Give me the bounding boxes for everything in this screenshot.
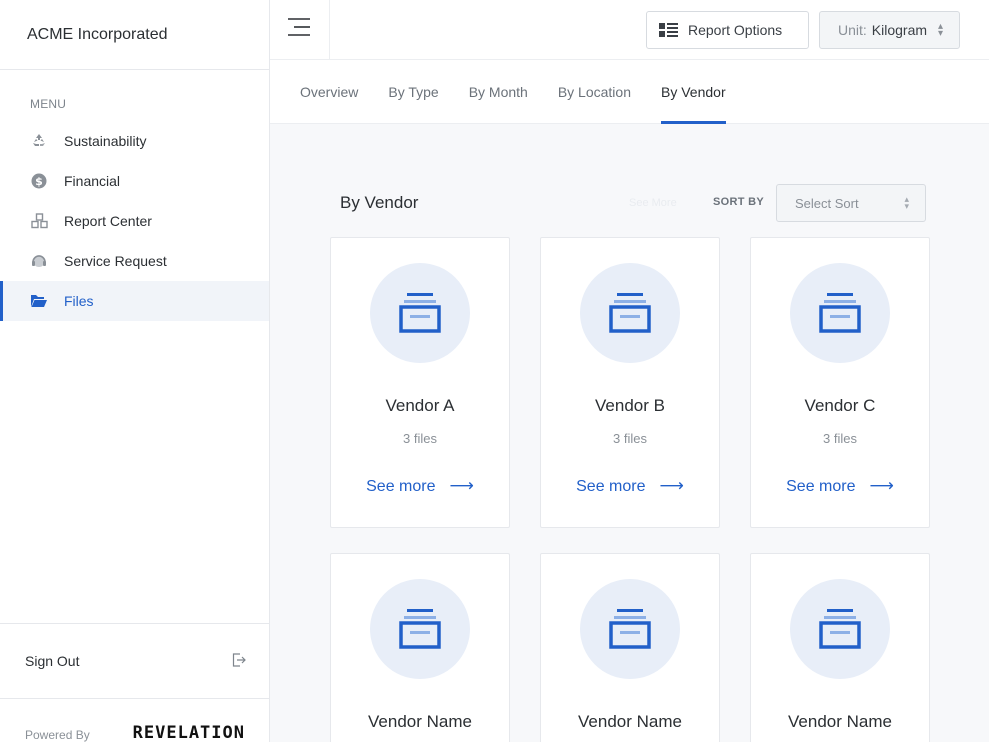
see-more-label: See more bbox=[366, 478, 436, 495]
vendor-file-count: 3 files bbox=[613, 431, 647, 446]
archive-icon bbox=[819, 609, 861, 649]
archive-icon bbox=[819, 293, 861, 333]
section-title: By Vendor bbox=[340, 193, 419, 212]
sidebar-item-service-request[interactable]: Service Request bbox=[0, 241, 269, 281]
sign-out-icon bbox=[232, 652, 246, 670]
archive-icon bbox=[399, 293, 441, 333]
folder-open-icon bbox=[30, 292, 48, 310]
vendor-name: Vendor Name bbox=[788, 712, 892, 731]
vendor-card[interactable]: Vendor B 3 files See more ⟶ bbox=[540, 237, 720, 528]
unit-value: Kilogram bbox=[871, 22, 928, 38]
tab-by-vendor[interactable]: By Vendor bbox=[661, 60, 726, 124]
sidebar-item-label: Files bbox=[64, 293, 94, 309]
see-more-label: See more bbox=[576, 478, 646, 495]
vendor-card[interactable]: Vendor Name bbox=[750, 553, 930, 742]
archive-icon bbox=[609, 609, 651, 649]
tab-by-type[interactable]: By Type bbox=[388, 60, 438, 123]
sign-out-button[interactable]: Sign Out bbox=[0, 623, 270, 699]
arrow-right-icon: ⟶ bbox=[659, 476, 684, 495]
hamburger-icon bbox=[287, 18, 312, 41]
report-options-button[interactable]: Report Options bbox=[646, 11, 809, 49]
vendor-card[interactable]: Vendor Name bbox=[540, 553, 720, 742]
vendor-file-count: 3 files bbox=[823, 431, 857, 446]
cubes-icon bbox=[30, 212, 48, 230]
select-caret-icon: ▴ ▾ bbox=[937, 21, 943, 39]
see-more-link[interactable]: See more ⟶ bbox=[541, 476, 719, 496]
tab-overview[interactable]: Overview bbox=[300, 60, 358, 123]
menu-label: MENU bbox=[30, 97, 67, 111]
sidebar-item-label: Sustainability bbox=[64, 133, 147, 149]
revelation-logo: REVELATION bbox=[132, 723, 245, 742]
powered-by-label: Powered By bbox=[25, 728, 90, 742]
unit-select[interactable]: Unit: Kilogram ▴ ▾ bbox=[819, 11, 960, 49]
vendor-card[interactable]: Vendor A 3 files See more ⟶ bbox=[330, 237, 510, 528]
sidebar-item-report-center[interactable]: Report Center bbox=[0, 201, 269, 241]
powered-by: Powered By REVELATION bbox=[0, 700, 270, 742]
svg-text:$: $ bbox=[35, 175, 43, 188]
vendor-icon-circle bbox=[580, 263, 680, 363]
vendor-icon-circle bbox=[580, 579, 680, 679]
select-caret-icon: ▴ ▾ bbox=[904, 194, 909, 211]
tab-bar: Overview By Type By Month By Location By… bbox=[270, 60, 989, 124]
menu-toggle-button[interactable] bbox=[270, 0, 330, 59]
report-options-label: Report Options bbox=[688, 22, 783, 38]
sort-select[interactable]: Select Sort ▴ ▾ bbox=[776, 184, 926, 222]
recycle-icon bbox=[30, 132, 48, 150]
headset-icon bbox=[30, 252, 48, 270]
sidebar-item-files[interactable]: Files bbox=[0, 281, 269, 321]
sign-out-label: Sign Out bbox=[25, 653, 80, 669]
sidebar-item-label: Report Center bbox=[64, 213, 152, 229]
vendor-file-count: 3 files bbox=[403, 431, 437, 446]
arrow-right-icon: ⟶ bbox=[869, 476, 894, 495]
vendor-icon-circle bbox=[790, 263, 890, 363]
sidebar-item-financial[interactable]: $ Financial bbox=[0, 161, 269, 201]
sort-placeholder: Select Sort bbox=[795, 195, 859, 211]
vendor-icon-circle bbox=[370, 263, 470, 363]
sidebar-menu: Sustainability $ Financial Report Center… bbox=[0, 121, 269, 321]
vendor-icon-circle bbox=[790, 579, 890, 679]
vendor-name: Vendor A bbox=[385, 396, 455, 415]
see-more-link[interactable]: See more ⟶ bbox=[331, 476, 509, 496]
sort-by-label: SORT BY bbox=[713, 196, 764, 208]
unit-label: Unit: bbox=[838, 22, 867, 38]
arrow-right-icon: ⟶ bbox=[449, 476, 474, 495]
sidebar-item-sustainability[interactable]: Sustainability bbox=[0, 121, 269, 161]
see-more-link[interactable]: See more ⟶ bbox=[751, 476, 929, 496]
sidebar-item-label: Service Request bbox=[64, 253, 167, 269]
archive-icon bbox=[609, 293, 651, 333]
vendor-name: Vendor Name bbox=[368, 712, 472, 731]
topbar: Report Options Unit: Kilogram ▴ ▾ bbox=[270, 0, 989, 60]
vendor-name: Vendor B bbox=[595, 396, 665, 415]
see-more-label: See more bbox=[786, 478, 856, 495]
archive-icon bbox=[399, 609, 441, 649]
vendor-name: Vendor Name bbox=[578, 712, 682, 731]
dollar-icon: $ bbox=[30, 172, 48, 190]
vendor-name: Vendor C bbox=[804, 396, 876, 415]
list-view-icon bbox=[659, 23, 678, 37]
sidebar-item-label: Financial bbox=[64, 173, 121, 189]
brand-name[interactable]: ACME Incorporated bbox=[0, 0, 269, 70]
vendor-card[interactable]: Vendor C 3 files See more ⟶ bbox=[750, 237, 930, 528]
see-more-link[interactable]: See More bbox=[629, 197, 677, 209]
sidebar: ACME Incorporated MENU Sustainability $ … bbox=[0, 0, 270, 742]
tab-by-location[interactable]: By Location bbox=[558, 60, 631, 123]
vendor-card[interactable]: Vendor Name bbox=[330, 553, 510, 742]
vendor-icon-circle bbox=[370, 579, 470, 679]
tab-by-month[interactable]: By Month bbox=[469, 60, 528, 123]
